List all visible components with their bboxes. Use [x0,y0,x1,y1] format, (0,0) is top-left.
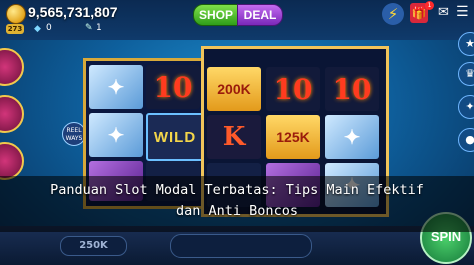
title-line-1: Panduan Slot Modal Terbatas: Tips Main E… [50,182,424,198]
notification-badge: 1 [425,1,434,10]
symbol-coin-value: 200K [207,67,261,111]
right-side-icon-1[interactable]: ★ [458,32,474,56]
bet-amount[interactable]: 250K [60,236,127,256]
symbol-fish: ✦ [325,115,379,159]
shop-button[interactable]: SHOP [193,4,239,26]
symbol-k: K [207,115,261,159]
symbol-fish: ✦ [89,65,143,109]
gem-icon: ◆ [34,24,41,34]
side-promo-3[interactable] [0,142,24,180]
right-side-icon-3[interactable]: ✦ [458,95,474,119]
symbol-ten: 10 [146,65,200,109]
lightning-bolt-icon[interactable]: ⚡ [382,3,404,25]
side-promo-1[interactable] [0,48,24,86]
ticket-count: 1 [96,23,102,33]
symbol-wild: WILD [146,113,204,161]
deal-button[interactable]: DEAL [237,4,283,26]
title-line-2: dan Anti Boncos [176,203,298,219]
coin-balance: 9,565,731,807 [28,4,118,20]
right-side-icon-4[interactable]: ● [458,128,474,152]
mail-icon[interactable]: ✉ [438,5,452,20]
win-display [170,234,312,258]
coin-icon [6,4,26,24]
symbol-ten: 10 [266,67,320,111]
slot-game-screen: 9,565,731,807 273 ◆ 0 ✎ 1 SHOP DEAL ⚡ 🎁 … [0,0,474,265]
article-title: Panduan Slot Modal Terbatas: Tips Main E… [0,180,474,222]
menu-icon[interactable]: ☰ [456,4,469,20]
ticket-icon: ✎ [85,23,93,33]
gem-count: 0 [46,23,52,33]
symbol-coin-value: 125K [266,115,320,159]
symbol-fish: ✦ [89,113,143,157]
level-badge: 273 [6,24,24,34]
right-side-icon-2[interactable]: ♛ [458,62,474,86]
symbol-ten: 10 [325,67,379,111]
side-promo-2[interactable] [0,95,24,133]
